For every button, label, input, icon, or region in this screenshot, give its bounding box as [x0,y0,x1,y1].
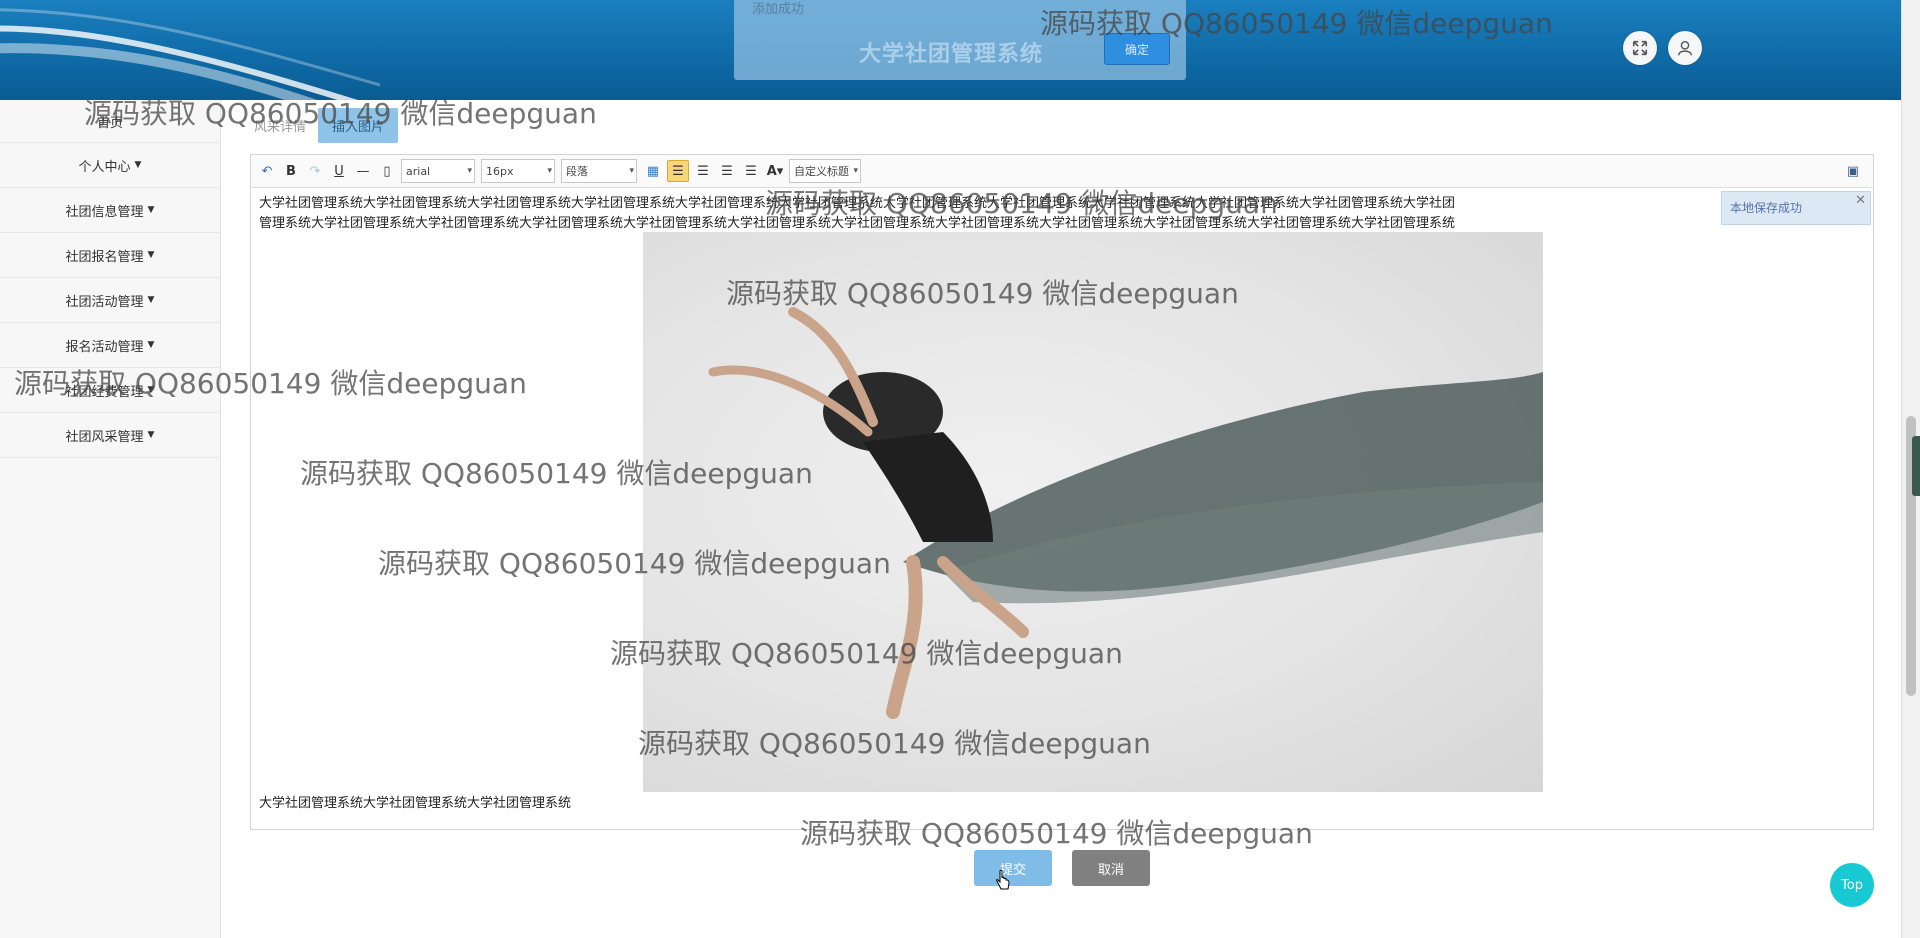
fullscreen-editor-icon[interactable]: ▣ [1843,161,1863,181]
align-right-icon[interactable]: ☰ [693,161,713,181]
sidebar-item-club-funds[interactable]: 社团经费管理 ▼ [0,368,220,413]
sidebar-item-personal-center[interactable]: 个人中心 ▼ [0,143,220,188]
align-center-icon[interactable]: ☰ [717,161,737,181]
rich-text-editor[interactable]: ↶ B ↷ U — ▯ arial 16px 段落 ▦ ☰ ☰ ☰ ☰ A▾ 自… [250,154,1874,830]
insert-image-button[interactable]: 插入图片 [318,108,399,143]
content-text-line-last: 大学社团管理系统大学社团管理系统大学社团管理系统 [259,796,572,811]
dancer-illustration [708,307,1543,719]
sidebar-item-label: 社团经费管理 [65,384,144,400]
autosave-text: 本地保存成功 [1730,201,1803,215]
caret-down-icon: ▼ [147,205,155,215]
underline-icon[interactable]: U [329,161,349,181]
hand-cursor-icon [996,869,1010,890]
toast-message: 添加成功 [752,2,805,17]
font-size-select[interactable]: 16px [481,159,555,183]
sidebar-item-club-info[interactable]: 社团信息管理 ▼ [0,188,220,233]
sidebar-item-label: 社团报名管理 [65,249,144,265]
caret-down-icon: ▼ [147,340,155,350]
close-icon[interactable]: ✕ [1855,191,1866,211]
content-text-line: 管理系统大学社团管理系统大学社团管理系统大学社团管理系统大学社团管理系统大学社团… [259,216,1456,231]
caret-down-icon: ▼ [147,385,155,395]
sidebar-item-label: 社团活动管理 [65,294,144,310]
content-text-line: 大学社团管理系统大学社团管理系统大学社团管理系统大学社团管理系统大学社团管理系统… [259,196,1456,211]
editor-toolbar: ↶ B ↷ U — ▯ arial 16px 段落 ▦ ☰ ☰ ☰ ☰ A▾ 自… [251,155,1873,188]
page-icon[interactable]: ▯ [377,161,397,181]
redo-icon[interactable]: ↷ [305,161,325,181]
bold-icon[interactable]: B [281,161,301,181]
sidebar-item-label: 社团信息管理 [65,204,144,220]
sidebar-item-home[interactable]: 首页 [0,100,220,143]
field-header: 风采详情 插入图片 [254,108,410,143]
autosave-notice: 本地保存成功 ✕ [1721,191,1871,225]
horizontal-rule-icon[interactable]: — [353,161,373,181]
paragraph-select[interactable]: 段落 [561,159,637,183]
align-justify-icon[interactable]: ☰ [741,161,761,181]
custom-heading-select[interactable]: 自定义标题 [789,159,861,183]
font-family-select[interactable]: arial [401,159,475,183]
table-icon[interactable]: ▦ [643,161,663,181]
sidebar-item-club-style[interactable]: 社团风采管理 ▼ [0,413,220,458]
caret-down-icon: ▼ [147,295,155,305]
cancel-button[interactable]: 取消 [1072,850,1150,886]
fullscreen-button[interactable] [1623,31,1657,65]
align-left-icon[interactable]: ☰ [667,160,689,182]
sidebar-item-label: 首页 [96,115,123,131]
sidebar-item-label: 个人中心 [78,159,131,175]
caret-down-icon: ▼ [147,250,155,260]
editor-content[interactable]: 大学社团管理系统大学社团管理系统大学社团管理系统大学社团管理系统大学社团管理系统… [251,188,1873,840]
back-to-top-button[interactable]: Top [1830,863,1874,907]
user-icon [1677,40,1693,56]
undo-icon[interactable]: ↶ [257,161,277,181]
sidebar-item-label: 社团风采管理 [65,429,144,445]
font-color-icon[interactable]: A▾ [765,161,785,181]
sidebar-item-club-signup[interactable]: 社团报名管理 ▼ [0,233,220,278]
sidebar-item-label: 报名活动管理 [65,339,144,355]
success-toast: 添加成功 确定 [734,0,1186,80]
toast-ok-button[interactable]: 确定 [1104,33,1170,65]
caret-down-icon: ▼ [134,160,142,170]
inserted-image-dancer[interactable] [643,232,1543,792]
field-label: 风采详情 [254,120,307,135]
expand-icon [1632,40,1648,56]
user-button[interactable] [1668,31,1702,65]
side-panel-grip[interactable] [1912,436,1920,496]
sidebar: 首页 个人中心 ▼ 社团信息管理 ▼ 社团报名管理 ▼ 社团活动管理 ▼ 报名活动管理 ▼… [0,100,221,938]
sidebar-item-activity-signup[interactable]: 报名活动管理 ▼ [0,323,220,368]
sidebar-item-club-activity[interactable]: 社团活动管理 ▼ [0,278,220,323]
caret-down-icon: ▼ [147,430,155,440]
submit-button[interactable]: 提交 [974,850,1052,886]
